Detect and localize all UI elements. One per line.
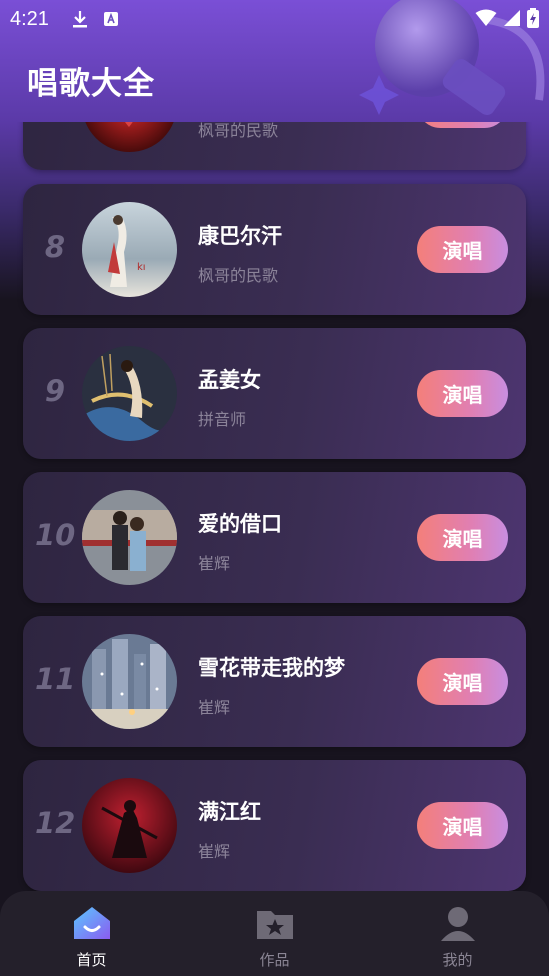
song-title: 爱的借口 bbox=[198, 512, 282, 536]
song-rank: 9 bbox=[44, 374, 66, 408]
song-rank: 8 bbox=[44, 230, 66, 264]
song-card[interactable]: 12 满江红 崔辉 演唱 bbox=[23, 760, 526, 891]
song-artist: 崔辉 bbox=[198, 554, 231, 573]
download-icon bbox=[71, 9, 89, 29]
wifi-icon bbox=[475, 9, 497, 32]
song-cover bbox=[82, 778, 177, 873]
song-rank: 12 bbox=[35, 806, 76, 840]
status-time: 4:21 bbox=[10, 7, 49, 30]
sing-button[interactable]: 演唱 bbox=[417, 122, 508, 128]
tab-mine[interactable]: 我的 bbox=[366, 891, 549, 976]
song-cover: kı bbox=[82, 202, 177, 297]
song-cover bbox=[82, 634, 177, 729]
user-icon bbox=[438, 905, 478, 945]
page-title: 唱歌大全 bbox=[27, 66, 155, 102]
song-card[interactable]: 9 孟姜女 拼音师 演唱 bbox=[23, 328, 526, 459]
song-title: 孟姜女 bbox=[198, 368, 261, 392]
song-card[interactable]: 10 爱的借口 崔辉 演唱 bbox=[23, 472, 526, 603]
song-title: 康巴尔汗 bbox=[198, 224, 282, 248]
song-card[interactable]: 7 枫哥的民歌 演唱 bbox=[23, 122, 526, 170]
tab-home-label: 首页 bbox=[76, 951, 107, 969]
bottom-tab-bar: 首页 作品 我的 bbox=[0, 891, 549, 976]
song-title: 雪花带走我的梦 bbox=[198, 656, 345, 680]
song-rank: 11 bbox=[35, 662, 76, 696]
song-cover bbox=[82, 346, 177, 441]
sing-button[interactable]: 演唱 bbox=[417, 802, 508, 849]
sing-button[interactable]: 演唱 bbox=[417, 226, 508, 273]
svg-text:kı: kı bbox=[137, 262, 146, 273]
status-bar: 4:21 bbox=[0, 0, 549, 38]
song-card[interactable]: 8 kı 康巴尔汗 枫哥的民歌 演唱 bbox=[23, 184, 526, 315]
song-artist: 枫哥的民歌 bbox=[198, 122, 279, 140]
signal-icon bbox=[503, 9, 521, 32]
battery-icon bbox=[527, 8, 539, 33]
song-artist: 拼音师 bbox=[198, 410, 247, 429]
tab-works[interactable]: 作品 bbox=[183, 891, 366, 976]
song-cover bbox=[82, 122, 177, 152]
song-artist: 枫哥的民歌 bbox=[198, 266, 279, 285]
song-rank: 10 bbox=[35, 518, 76, 552]
tab-works-label: 作品 bbox=[259, 951, 290, 969]
song-list[interactable]: 7 枫哥的民歌 演唱 8 kı 康巴尔汗 枫哥的民歌 演唱 9 孟姜女 拼音师 … bbox=[0, 122, 549, 892]
sing-button[interactable]: 演唱 bbox=[417, 658, 508, 705]
song-artist: 崔辉 bbox=[198, 698, 231, 717]
song-title: 满江红 bbox=[198, 800, 261, 824]
sing-button[interactable]: 演唱 bbox=[417, 370, 508, 417]
song-card[interactable]: 11 雪花带走我的梦 崔辉 演唱 bbox=[23, 616, 526, 747]
song-artist: 崔辉 bbox=[198, 842, 231, 861]
song-cover bbox=[82, 490, 177, 585]
app-store-icon bbox=[103, 11, 119, 27]
folder-star-icon bbox=[255, 905, 295, 945]
home-icon bbox=[72, 905, 112, 945]
tab-mine-label: 我的 bbox=[442, 951, 473, 969]
sing-button[interactable]: 演唱 bbox=[417, 514, 508, 561]
tab-home[interactable]: 首页 bbox=[0, 891, 183, 976]
